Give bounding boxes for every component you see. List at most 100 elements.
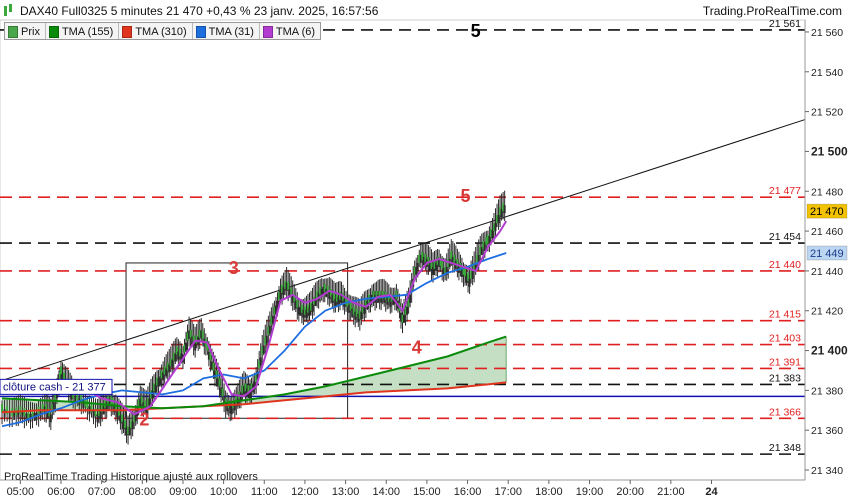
y-tick-label: 21 540 — [811, 67, 843, 79]
chart-canvas[interactable]: 21 561 21 477 21 454 21 440 21 415 21 403 21 3… — [0, 0, 850, 500]
x-tick-label: 20:00 — [616, 486, 644, 498]
y-tick-label: 21 340 — [811, 465, 843, 477]
candle-icon — [9, 4, 12, 12]
price-candle — [92, 410, 95, 419]
price-candle — [215, 370, 218, 379]
price-candle — [189, 329, 192, 338]
price-candle — [86, 400, 89, 409]
chart-title: DAX40 Full0325 5 minutes 21 470 +0,43 % … — [20, 4, 378, 18]
level-label: 21 383 — [769, 372, 801, 384]
price-candle — [268, 325, 271, 334]
y-tick-label: 21 560 — [811, 27, 843, 39]
price-candle — [296, 299, 299, 308]
cash-close-label: clôture cash - 21 377 — [3, 381, 106, 393]
footer-note: ProRealTime Trading Historique ajusté au… — [4, 471, 258, 483]
price-tag-label: 21 470 — [810, 206, 844, 218]
price-candle — [403, 314, 406, 323]
price-candle — [120, 414, 123, 423]
legend-swatch — [8, 25, 18, 38]
legend-swatch — [122, 25, 133, 38]
price-candle — [311, 303, 314, 312]
wave-label: 5 — [471, 21, 481, 41]
legend-label: TMA (31) — [208, 25, 254, 38]
level-label: 21 477 — [769, 185, 801, 197]
x-tick-label: 08:00 — [129, 486, 157, 498]
price-candle — [185, 342, 188, 351]
indicator-legend: Prix TMA (155) TMA (310) TMA (31) TMA (6… — [4, 22, 322, 40]
x-tick-label: 15:00 — [413, 486, 441, 498]
price-candle — [395, 290, 398, 299]
price-candle — [497, 215, 500, 224]
level-label: 21 403 — [769, 333, 801, 345]
y-tick-label: 21 500 — [811, 144, 848, 158]
price-candle — [494, 223, 497, 232]
price-candle — [19, 406, 22, 415]
x-tick-label: 10:00 — [210, 486, 238, 498]
price-candle — [406, 306, 409, 315]
legend-swatch — [262, 25, 273, 38]
legend-item-tma155[interactable]: TMA (155) — [46, 23, 120, 39]
price-candle — [262, 345, 265, 354]
brand-text: Trading.ProRealTime.com — [703, 4, 842, 18]
price-candle — [360, 311, 363, 320]
price-candle — [171, 359, 174, 368]
price-candle — [503, 205, 506, 214]
candle-icon — [4, 6, 7, 16]
footer-note-text: ProRealTime Trading Historique ajusté au… — [4, 471, 258, 483]
x-tick-label: 21:00 — [657, 486, 685, 498]
price-candle — [287, 281, 290, 290]
legend-item-tma310[interactable]: TMA (310) — [119, 23, 193, 39]
x-tick-label: 09:00 — [169, 486, 197, 498]
price-candle — [23, 408, 26, 417]
price-tag-label: 21 449 — [810, 248, 844, 260]
price-candle — [409, 294, 412, 303]
price-candle — [131, 421, 134, 430]
y-tick-label: 21 380 — [811, 385, 843, 397]
price-candle — [3, 409, 6, 418]
price-candle — [128, 427, 131, 436]
brand-label: Trading.ProRealTime.com — [702, 4, 842, 18]
x-tick-label: 06:00 — [47, 486, 75, 498]
y-tick-label: 21 460 — [811, 226, 843, 238]
x-tick-label: 18:00 — [535, 486, 563, 498]
price-candle — [194, 342, 197, 351]
price-candle — [491, 230, 494, 239]
legend-item-tma31[interactable]: TMA (31) — [193, 23, 260, 39]
legend-label: TMA (6) — [275, 25, 316, 38]
price-candle — [13, 411, 16, 420]
price-candle — [49, 414, 52, 423]
x-tick-label: 12:00 — [291, 486, 319, 498]
price-candle — [221, 388, 224, 397]
legend-label: TMA (310) — [135, 25, 187, 38]
chart-title-text: DAX40 Full0325 5 minutes 21 470 +0,43 % … — [20, 4, 379, 18]
price-candle — [265, 335, 268, 344]
price-candle — [52, 402, 55, 411]
price-candle — [218, 378, 221, 387]
wave-label: 4 — [412, 338, 422, 358]
x-tick-label: 19:00 — [576, 486, 604, 498]
legend-label: TMA (155) — [61, 25, 114, 38]
x-tick-label: 14:00 — [372, 486, 400, 498]
legend-label: Prix — [21, 25, 40, 38]
price-candle — [124, 420, 127, 429]
wave-label: 3 — [229, 258, 239, 278]
price-candle — [271, 315, 274, 324]
wave-label: 5 — [461, 186, 471, 206]
legend-item-tma6[interactable]: TMA (6) — [260, 23, 320, 39]
price-candle — [1, 404, 4, 413]
x-tick-label: 16:00 — [454, 486, 482, 498]
price-candle — [212, 362, 215, 371]
level-label: 21 366 — [769, 406, 801, 418]
price-candle — [21, 411, 24, 420]
price-candle — [471, 270, 474, 279]
level-label: 21 415 — [769, 309, 801, 321]
price-candle — [468, 278, 471, 287]
level-label: 21 348 — [769, 442, 801, 454]
x-tick-label: 24 — [705, 486, 718, 498]
legend-swatch — [195, 25, 206, 38]
y-tick-label: 21 420 — [811, 306, 843, 318]
level-label: 21 561 — [769, 18, 801, 30]
x-tick-label: 11:00 — [251, 486, 278, 498]
legend-item-prix[interactable]: Prix — [5, 23, 46, 39]
x-tick-label: 05:00 — [7, 486, 35, 498]
